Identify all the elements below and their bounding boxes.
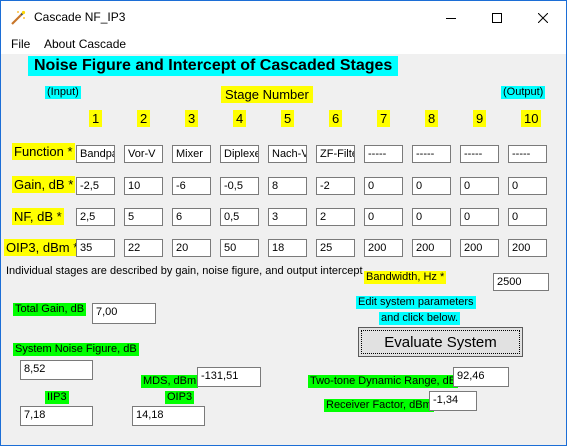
oip3-label: OIP3, dBm * bbox=[4, 239, 81, 256]
gain-field-10[interactable]: 0 bbox=[508, 177, 547, 195]
nf-field-4[interactable]: 0,5 bbox=[220, 208, 259, 226]
iip3-label: IIP3 bbox=[45, 391, 69, 404]
stage-number-8: 8 bbox=[425, 110, 439, 127]
two-tone-label: Two-tone Dynamic Range, dB bbox=[308, 375, 459, 388]
two-tone-field: 92,46 bbox=[453, 367, 509, 387]
stage-number-3: 3 bbox=[185, 110, 199, 127]
gain-field-9[interactable]: 0 bbox=[460, 177, 499, 195]
function-field-4[interactable]: Diplexer bbox=[220, 145, 259, 163]
stage-number-1: 1 bbox=[89, 110, 103, 127]
oip3-field-9[interactable]: 200 bbox=[460, 239, 499, 257]
function-field-1[interactable]: Bandpa bbox=[76, 145, 115, 163]
gain-field-1[interactable]: -2,5 bbox=[76, 177, 115, 195]
nf-field-3[interactable]: 6 bbox=[172, 208, 211, 226]
stage-number-label: Stage Number bbox=[221, 86, 313, 103]
nf-field-1[interactable]: 2,5 bbox=[76, 208, 115, 226]
system-nf-label: System Noise Figure, dB bbox=[13, 343, 139, 356]
total-gain-field: 7,00 bbox=[92, 303, 156, 324]
function-field-10[interactable]: ----- bbox=[508, 145, 547, 163]
stage-number-2: 2 bbox=[137, 110, 151, 127]
menu-about[interactable]: About Cascade bbox=[44, 37, 126, 51]
function-field-2[interactable]: Vor-V bbox=[124, 145, 163, 163]
oip3-field-8[interactable]: 200 bbox=[412, 239, 451, 257]
oip3-field-4[interactable]: 50 bbox=[220, 239, 259, 257]
title-bar[interactable]: Cascade NF_IP3 bbox=[1, 1, 566, 34]
oip3-field-3[interactable]: 20 bbox=[172, 239, 211, 257]
close-icon bbox=[538, 12, 548, 23]
gain-field-4[interactable]: -0,5 bbox=[220, 177, 259, 195]
oip3-field-7[interactable]: 200 bbox=[364, 239, 403, 257]
window-title: Cascade NF_IP3 bbox=[34, 10, 126, 24]
menu-bar: File About Cascade bbox=[1, 34, 566, 54]
gain-label: Gain, dB * bbox=[12, 176, 76, 193]
iip3-field: 7,18 bbox=[20, 406, 93, 426]
gain-field-8[interactable]: 0 bbox=[412, 177, 451, 195]
total-gain-label: Total Gain, dB bbox=[13, 303, 87, 316]
system-nf-field: 8,52 bbox=[20, 360, 93, 380]
gain-field-7[interactable]: 0 bbox=[364, 177, 403, 195]
gain-field-3[interactable]: -6 bbox=[172, 177, 211, 195]
function-field-6[interactable]: ZF-Filte bbox=[316, 145, 355, 163]
oip3-field-5[interactable]: 18 bbox=[268, 239, 307, 257]
nf-field-7[interactable]: 0 bbox=[364, 208, 403, 226]
function-field-5[interactable]: Nach-V bbox=[268, 145, 307, 163]
function-field-8[interactable]: ----- bbox=[412, 145, 451, 163]
oip3-field-10[interactable]: 200 bbox=[508, 239, 547, 257]
stage-number-5: 5 bbox=[281, 110, 295, 127]
nf-field-5[interactable]: 3 bbox=[268, 208, 307, 226]
evaluate-system-button[interactable]: Evaluate System bbox=[358, 327, 523, 357]
description-text: Individual stages are described by gain,… bbox=[6, 265, 369, 277]
nf-field-9[interactable]: 0 bbox=[460, 208, 499, 226]
maximize-icon bbox=[492, 12, 502, 23]
menu-file[interactable]: File bbox=[11, 37, 30, 51]
edit-hint-line1: Edit system parameters bbox=[356, 296, 476, 309]
minimize-button[interactable] bbox=[428, 1, 474, 34]
edit-hint-line2: and click below. bbox=[379, 312, 461, 325]
function-field-7[interactable]: ----- bbox=[364, 145, 403, 163]
maximize-button[interactable] bbox=[474, 1, 520, 34]
receiver-factor-field: -1,34 bbox=[429, 391, 477, 411]
function-field-3[interactable]: Mixer bbox=[172, 145, 211, 163]
function-label: Function * bbox=[12, 143, 75, 160]
nf-field-6[interactable]: 2 bbox=[316, 208, 355, 226]
wand-icon bbox=[11, 10, 26, 25]
gain-field-6[interactable]: -2 bbox=[316, 177, 355, 195]
close-button[interactable] bbox=[520, 1, 566, 34]
bandwidth-label: Bandwidth, Hz * bbox=[364, 271, 447, 284]
stage-number-9: 9 bbox=[473, 110, 487, 127]
minimize-icon bbox=[446, 17, 456, 19]
stage-number-6: 6 bbox=[329, 110, 343, 127]
stage-number-4: 4 bbox=[233, 110, 247, 127]
nf-field-8[interactable]: 0 bbox=[412, 208, 451, 226]
gain-field-2[interactable]: 10 bbox=[124, 177, 163, 195]
oip3-field-2[interactable]: 22 bbox=[124, 239, 163, 257]
bandwidth-field[interactable]: 2500 bbox=[493, 273, 549, 291]
mds-label: MDS, dBm bbox=[141, 375, 199, 388]
oip3-result-field: 14,18 bbox=[132, 406, 205, 426]
nf-field-10[interactable]: 0 bbox=[508, 208, 547, 226]
app-window: Cascade NF_IP3 File About Cascade Noise … bbox=[0, 0, 567, 446]
oip3-field-1[interactable]: 35 bbox=[76, 239, 115, 257]
input-label: (Input) bbox=[45, 86, 81, 99]
receiver-factor-label: Receiver Factor, dBm bbox=[324, 399, 434, 412]
oip3-field-6[interactable]: 25 bbox=[316, 239, 355, 257]
stage-number-10: 10 bbox=[521, 110, 542, 127]
gain-field-5[interactable]: 8 bbox=[268, 177, 307, 195]
page-title: Noise Figure and Intercept of Cascaded S… bbox=[28, 56, 399, 76]
stage-number-7: 7 bbox=[377, 110, 391, 127]
main-panel: Noise Figure and Intercept of Cascaded S… bbox=[1, 54, 566, 445]
nf-label: NF, dB * bbox=[12, 208, 64, 225]
output-label: (Output) bbox=[501, 86, 546, 99]
oip3-result-label: OIP3 bbox=[165, 391, 195, 404]
nf-field-2[interactable]: 5 bbox=[124, 208, 163, 226]
function-field-9[interactable]: ----- bbox=[460, 145, 499, 163]
mds-field: -131,51 bbox=[197, 367, 261, 387]
